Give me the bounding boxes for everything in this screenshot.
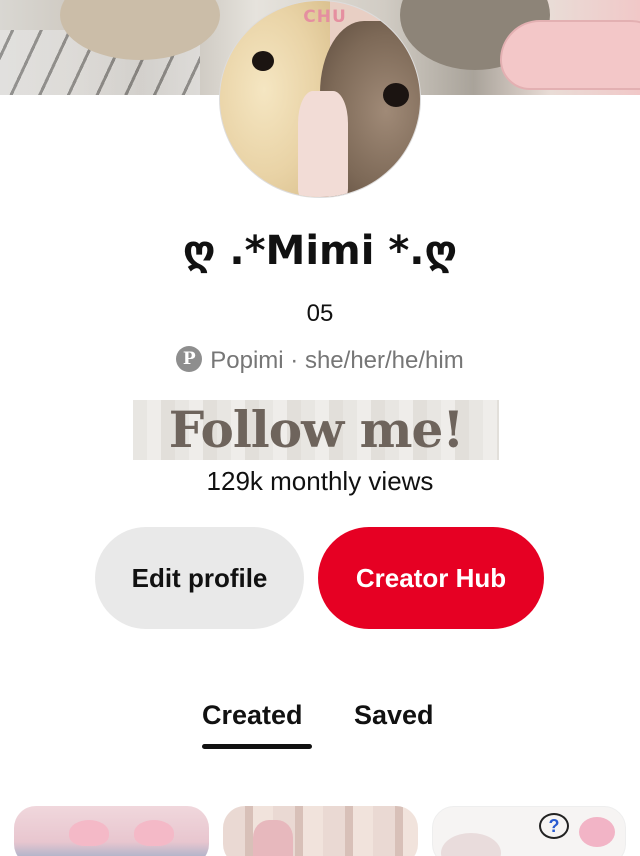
- pin-thumbnail[interactable]: [223, 806, 418, 856]
- follow-me-text: Follow me!: [168, 400, 465, 459]
- pin-thumbnail-figure: [253, 820, 293, 856]
- question-icon: ?: [539, 813, 569, 839]
- pin-thumbnail-plush: [441, 833, 501, 856]
- creator-hub-button[interactable]: Creator Hub: [318, 527, 544, 629]
- edit-profile-button[interactable]: Edit profile: [95, 527, 304, 629]
- pink-bow-left: [69, 820, 109, 846]
- profile-handle-row: Popimi · she/her/he/him: [0, 346, 640, 375]
- avatar-sticker-text: CHU: [303, 7, 347, 27]
- pin-thumbnail-bunny: [579, 817, 615, 847]
- active-tab-indicator: [202, 744, 312, 749]
- profile-handle-text: Popimi · she/her/he/him: [210, 347, 464, 374]
- avatar[interactable]: CHU: [219, 0, 421, 198]
- avatar-paper-tear: [298, 91, 348, 197]
- profile-display-name: ღ .*Mimi *.ღ: [182, 228, 458, 274]
- monthly-views[interactable]: 129k monthly views: [0, 466, 640, 497]
- avatar-eye-right: [383, 83, 409, 107]
- pin-thumbnail[interactable]: ?: [432, 806, 626, 856]
- tab-created[interactable]: Created: [202, 700, 303, 731]
- profile-tabs: Created Saved: [0, 700, 640, 760]
- pin-thumbnail[interactable]: [14, 806, 209, 856]
- avatar-eye-left: [252, 51, 274, 71]
- follow-me-banner: Follow me!: [133, 400, 499, 460]
- pink-bow-right: [134, 820, 174, 846]
- tab-saved[interactable]: Saved: [354, 700, 434, 731]
- profile-pin-count: 05: [306, 300, 334, 327]
- cover-slipper: [500, 20, 640, 90]
- pinterest-logo-icon: [176, 346, 203, 372]
